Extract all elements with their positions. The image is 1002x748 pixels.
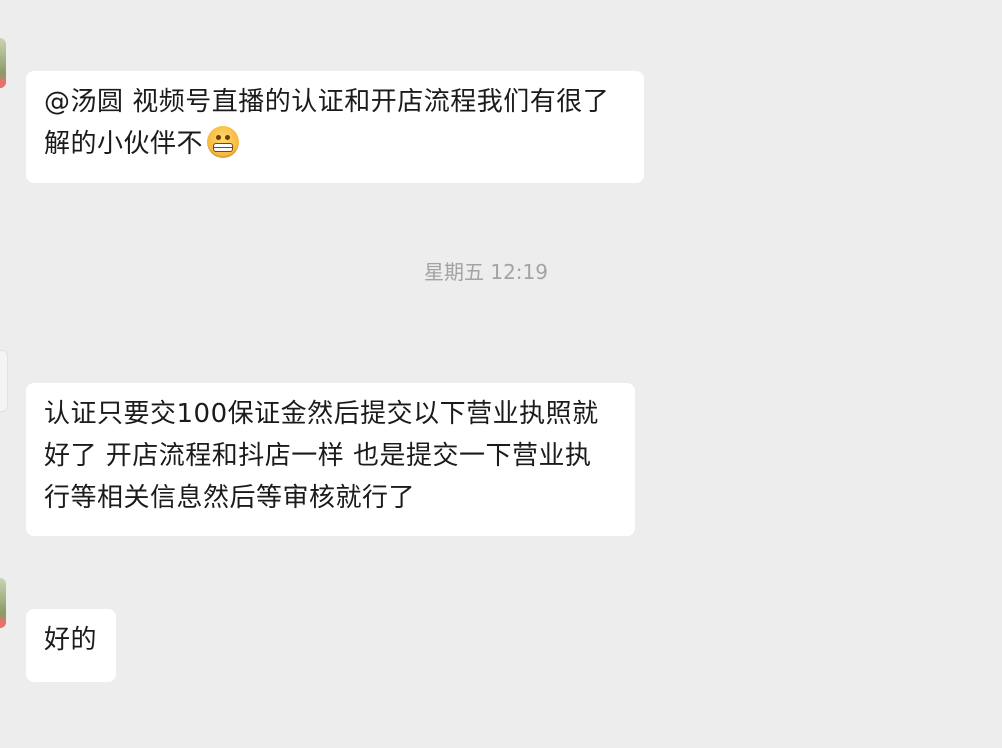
- avatar[interactable]: [0, 578, 6, 628]
- message-line: 好的: [44, 625, 98, 655]
- avatar-stripe: [0, 620, 6, 628]
- grimacing-emoji-icon: [207, 126, 240, 158]
- avatar[interactable]: [0, 38, 6, 88]
- message-line-text: 解的小伙伴不: [44, 129, 204, 159]
- message-line: 行等相关信息然后等审核就行了: [44, 483, 416, 513]
- message-bubble-2[interactable]: 认证只要交100保证金然后提交以下营业执照就 好了 开店流程和抖店一样 也是提交…: [26, 383, 635, 536]
- timestamp: 星期五 12:19: [424, 260, 548, 284]
- avatar[interactable]: [0, 350, 8, 412]
- message-line: 好了 开店流程和抖店一样 也是提交一下营业执: [44, 441, 592, 471]
- message-bubble-3[interactable]: 好的: [26, 609, 116, 682]
- message-bubble-1[interactable]: @汤圆 视频号直播的认证和开店流程我们有很了 解的小伙伴不: [26, 71, 644, 183]
- message-line: 认证只要交100保证金然后提交以下营业执照就: [44, 399, 599, 429]
- message-line: 解的小伙伴不: [44, 123, 626, 165]
- avatar-stripe: [0, 80, 6, 88]
- message-line: @汤圆 视频号直播的认证和开店流程我们有很了: [44, 87, 610, 117]
